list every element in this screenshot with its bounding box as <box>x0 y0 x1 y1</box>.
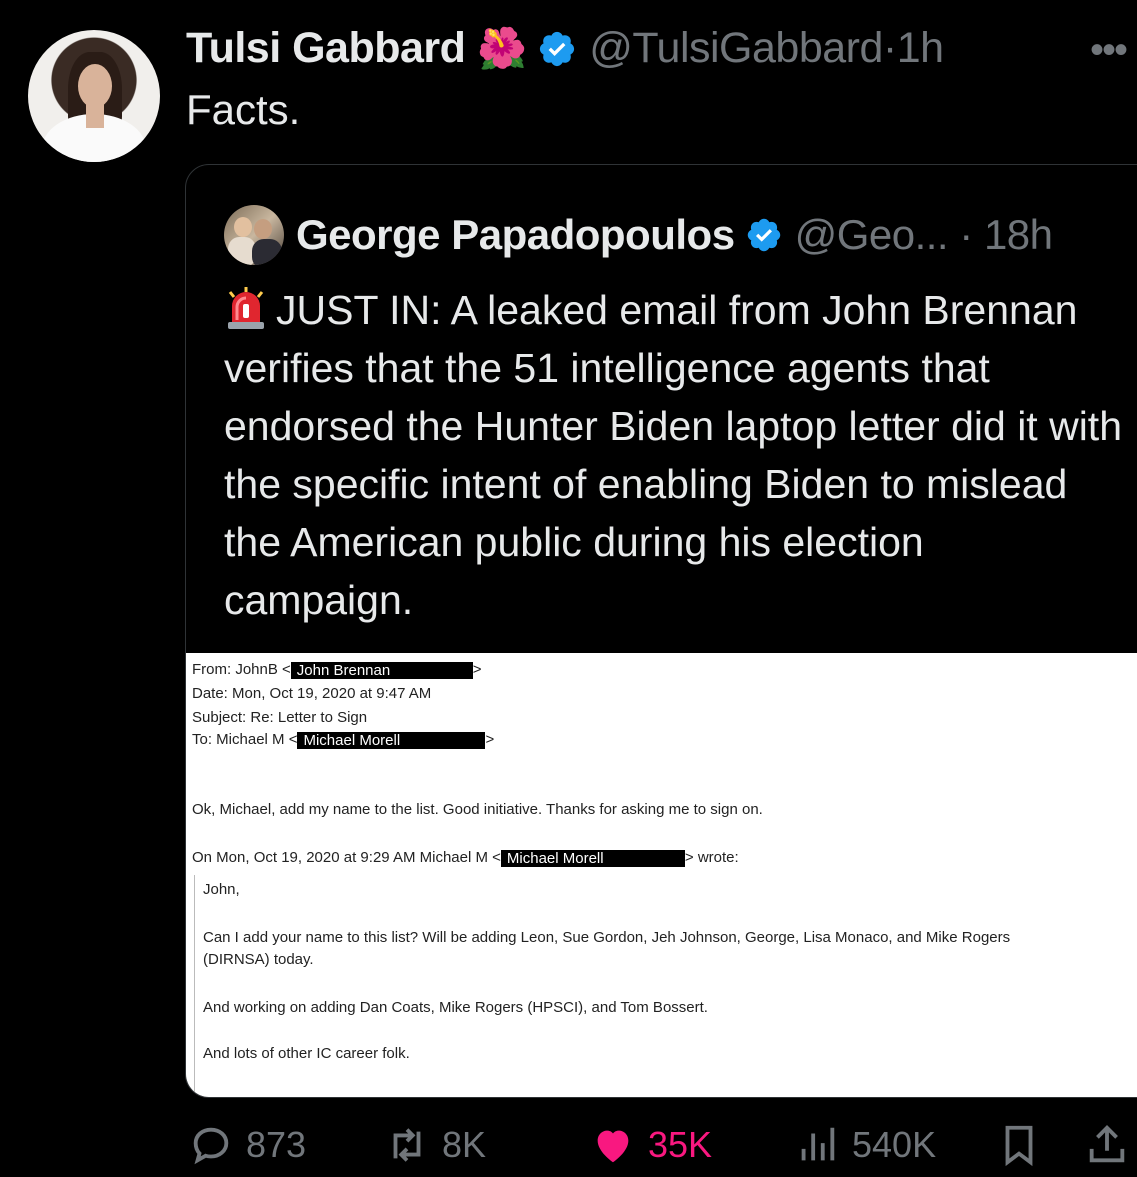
email-on-wrote-line: On Mon, Oct 19, 2020 at 9:29 AM Michael … <box>192 849 739 867</box>
repost-icon <box>393 1128 421 1162</box>
reply-icon <box>193 1127 229 1165</box>
redaction-box: John Brennan <box>290 661 473 679</box>
repost-button[interactable]: 8K <box>384 1122 486 1168</box>
heart-icon <box>597 1130 629 1163</box>
quoted-author-avatar <box>224 205 284 265</box>
tweet-header: Tulsi Gabbard 🌺 @TulsiGabbard·1h <box>186 24 944 73</box>
quoted-author-name: George Papadopoulos <box>296 211 735 258</box>
quoted-timestamp: 18h <box>983 211 1053 258</box>
share-icon <box>1089 1125 1125 1163</box>
email-to-line: To: Michael M < Michael Morell > <box>192 731 495 749</box>
like-button[interactable]: 35K <box>590 1122 712 1168</box>
repost-count: 8K <box>442 1124 487 1165</box>
email-quoted-block: John, Can I add your name to this list? … <box>194 875 1137 1097</box>
timestamp[interactable]: 1h <box>897 24 944 72</box>
views-icon <box>801 1127 835 1161</box>
quoted-paragraph-1-cont: (DIRNSA) today. <box>203 951 314 968</box>
reply-button[interactable]: 873 <box>188 1122 306 1168</box>
author-avatar[interactable] <box>28 30 160 162</box>
views-button[interactable]: 540K <box>794 1122 936 1168</box>
email-subject-line: Subject: Re: Letter to Sign <box>192 709 368 726</box>
separator-dot: · <box>959 211 973 258</box>
redaction-box: Michael Morell <box>297 731 486 749</box>
hibiscus-emoji: 🌺 <box>477 26 528 71</box>
bookmark-button[interactable] <box>996 1122 1054 1168</box>
author-name[interactable]: Tulsi Gabbard <box>186 24 466 73</box>
verified-badge-icon <box>540 31 575 66</box>
more-icon[interactable]: ••• <box>1090 28 1128 73</box>
like-count: 35K <box>648 1124 713 1165</box>
redaction-box: Michael Morell <box>500 849 685 867</box>
quoted-author-handle: @Geo... · 18h <box>794 211 1053 258</box>
quoted-header: George Papadopoulos @Geo... · 18h <box>224 205 1053 265</box>
quoted-greeting: John, <box>203 881 240 898</box>
quoted-tweet-text: JUST IN: A leaked email from John Brenna… <box>224 287 1122 623</box>
tweet-action-bar: 873 8K 35K 540K <box>0 1122 1137 1176</box>
siren-icon <box>228 287 264 329</box>
email-date-line: Date: Mon, Oct 19, 2020 at 9:47 AM <box>192 685 432 702</box>
bookmark-icon <box>1005 1125 1033 1167</box>
quoted-paragraph-1: Can I add your name to this list? Will b… <box>203 929 1011 946</box>
tweet-text: Facts. <box>186 86 301 133</box>
quoted-paragraph-3: And lots of other IC career folk. <box>203 1045 410 1062</box>
email-screenshot-image[interactable]: From: JohnB < John Brennan > Date: Mon, Oc… <box>186 653 1137 1097</box>
reply-count: 873 <box>246 1124 307 1165</box>
views-count: 540K <box>852 1124 937 1165</box>
share-button[interactable] <box>1084 1122 1137 1168</box>
quoted-tweet[interactable]: George Papadopoulos @Geo... · 18h JUST I… <box>185 164 1137 1098</box>
author-handle[interactable]: @TulsiGabbard·1h <box>589 24 944 73</box>
email-from-line: From: JohnB < John Brennan > <box>192 661 482 679</box>
quoted-paragraph-2: And working on adding Dan Coats, Mike Ro… <box>203 999 708 1016</box>
verified-badge-icon <box>747 218 780 252</box>
separator-dot: · <box>882 24 897 72</box>
email-reply-text: Ok, Michael, add my name to the list. Go… <box>192 801 763 818</box>
